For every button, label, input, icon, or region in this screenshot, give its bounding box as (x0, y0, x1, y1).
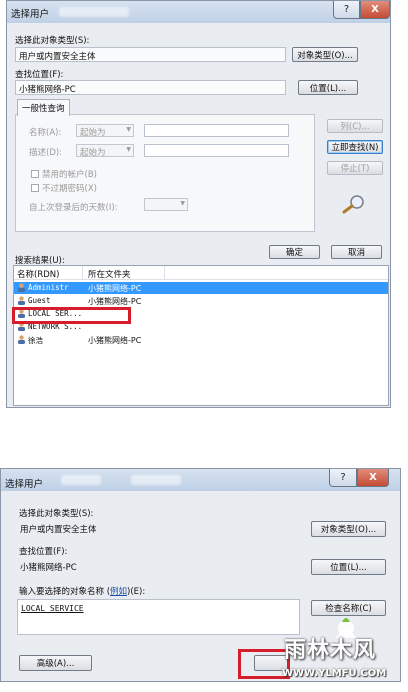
examples-link[interactable]: 例如 (110, 587, 127, 597)
close-button[interactable]: X (357, 469, 389, 487)
object-type-field: 用户或内置安全主体 (16, 520, 299, 536)
object-types-button[interactable]: 对象类型(O)... (311, 521, 386, 537)
results-header: 名称(RDN) 所在文件夹 (14, 266, 388, 280)
dialog-title: 选择用户 (11, 9, 50, 20)
location-field: 小猪熊网络-PC (16, 558, 299, 574)
object-names-input[interactable]: LOCAL SERVICE (17, 599, 300, 635)
search-results-list[interactable]: 名称(RDN) 所在文件夹 Administr 小猪熊网络-PC Guest 小猪熊网… (13, 265, 389, 406)
chevron-down-icon: ▼ (180, 200, 185, 207)
ok-button[interactable]: 确定 (269, 245, 320, 259)
name-input[interactable] (144, 124, 289, 137)
result-folder: 小猪熊网络-PC (88, 297, 142, 306)
stop-button[interactable]: 停止(T) (327, 161, 383, 175)
description-label: 描述(D): (29, 148, 63, 158)
object-type-label: 选择此对象类型(S): (15, 36, 90, 46)
watermark-text: 雨林木风 (284, 638, 377, 663)
chevron-down-icon: ▼ (126, 126, 131, 133)
name-label: 名称(A): (29, 128, 62, 138)
user-icon (18, 335, 25, 344)
days-since-logon-label: 自上次登录后的天数(I): (29, 203, 118, 213)
location-label: 查找位置(F): (15, 70, 64, 80)
table-row[interactable]: Guest 小猪熊网络-PC (14, 295, 388, 307)
locations-button[interactable]: 位置(L)... (298, 80, 358, 95)
select-users-dialog-advanced: 选择用户 ? X 选择此对象类型(S): 用户或内置安全主体 对象类型(O)..… (6, 0, 391, 408)
object-type-label: 选择此对象类型(S): (19, 509, 94, 519)
search-magnifier-icon (342, 195, 364, 214)
column-header-name[interactable]: 名称(RDN) (17, 268, 59, 280)
help-button[interactable]: ? (329, 469, 357, 487)
result-folder: 小猪熊网络-PC (88, 284, 142, 293)
close-button[interactable]: X (360, 1, 390, 19)
locations-button[interactable]: 位置(L)... (311, 559, 386, 575)
description-condition-select[interactable]: 起始为 ▼ (76, 144, 134, 158)
disabled-accounts-checkbox[interactable]: 禁用的帐户(B) (31, 168, 97, 180)
location-field: 小猪熊网络-PC (15, 80, 286, 95)
days-since-logon-select[interactable]: ▼ (144, 198, 188, 211)
check-names-button[interactable]: 检查名称(C) (311, 600, 386, 616)
result-name: 徐浩 (28, 336, 43, 345)
table-row[interactable]: Administr 小猪熊网络-PC (14, 282, 388, 294)
advanced-button[interactable]: 高级(A)... (19, 655, 92, 671)
table-row[interactable]: 徐浩 小猪熊网络-PC (14, 334, 388, 346)
find-now-button[interactable]: 立即查找(N) (327, 140, 383, 154)
column-header-folder[interactable]: 所在文件夹 (88, 268, 131, 280)
cancel-button[interactable]: 取消 (331, 245, 382, 259)
name-condition-select[interactable]: 起始为 ▼ (76, 124, 134, 138)
title-bar[interactable]: 选择用户 ? X (7, 1, 390, 23)
location-label: 查找位置(F): (19, 547, 68, 557)
tab-common-queries[interactable]: 一般性查询 (17, 99, 70, 116)
watermark-url: WWW.YLMFU.COM (282, 668, 387, 679)
watermark-logo: 雨林木风 WWW.YLMFU.COM (276, 616, 402, 688)
enter-object-names-label: 输入要选择的对象名称 (例如)(E): (19, 587, 146, 597)
result-name: Guest (28, 296, 51, 305)
user-icon (18, 296, 25, 305)
object-types-button[interactable]: 对象类型(O)... (292, 47, 358, 62)
object-type-field: 用户或内置安全主体 (15, 47, 286, 62)
title-bar[interactable]: 选择用户 ? X (1, 469, 400, 491)
highlight-annotation-local-service (12, 307, 131, 324)
help-button[interactable]: ? (333, 1, 360, 19)
description-input[interactable] (144, 144, 289, 157)
chevron-down-icon: ▼ (126, 146, 131, 153)
result-folder: 小猪熊网络-PC (88, 336, 142, 345)
user-icon (18, 283, 25, 292)
dialog-title: 选择用户 (5, 479, 44, 490)
result-name: Administr (28, 283, 69, 292)
columns-button[interactable]: 列(C)... (327, 119, 383, 133)
non-expiring-password-checkbox[interactable]: 不过期密码(X) (31, 182, 97, 194)
